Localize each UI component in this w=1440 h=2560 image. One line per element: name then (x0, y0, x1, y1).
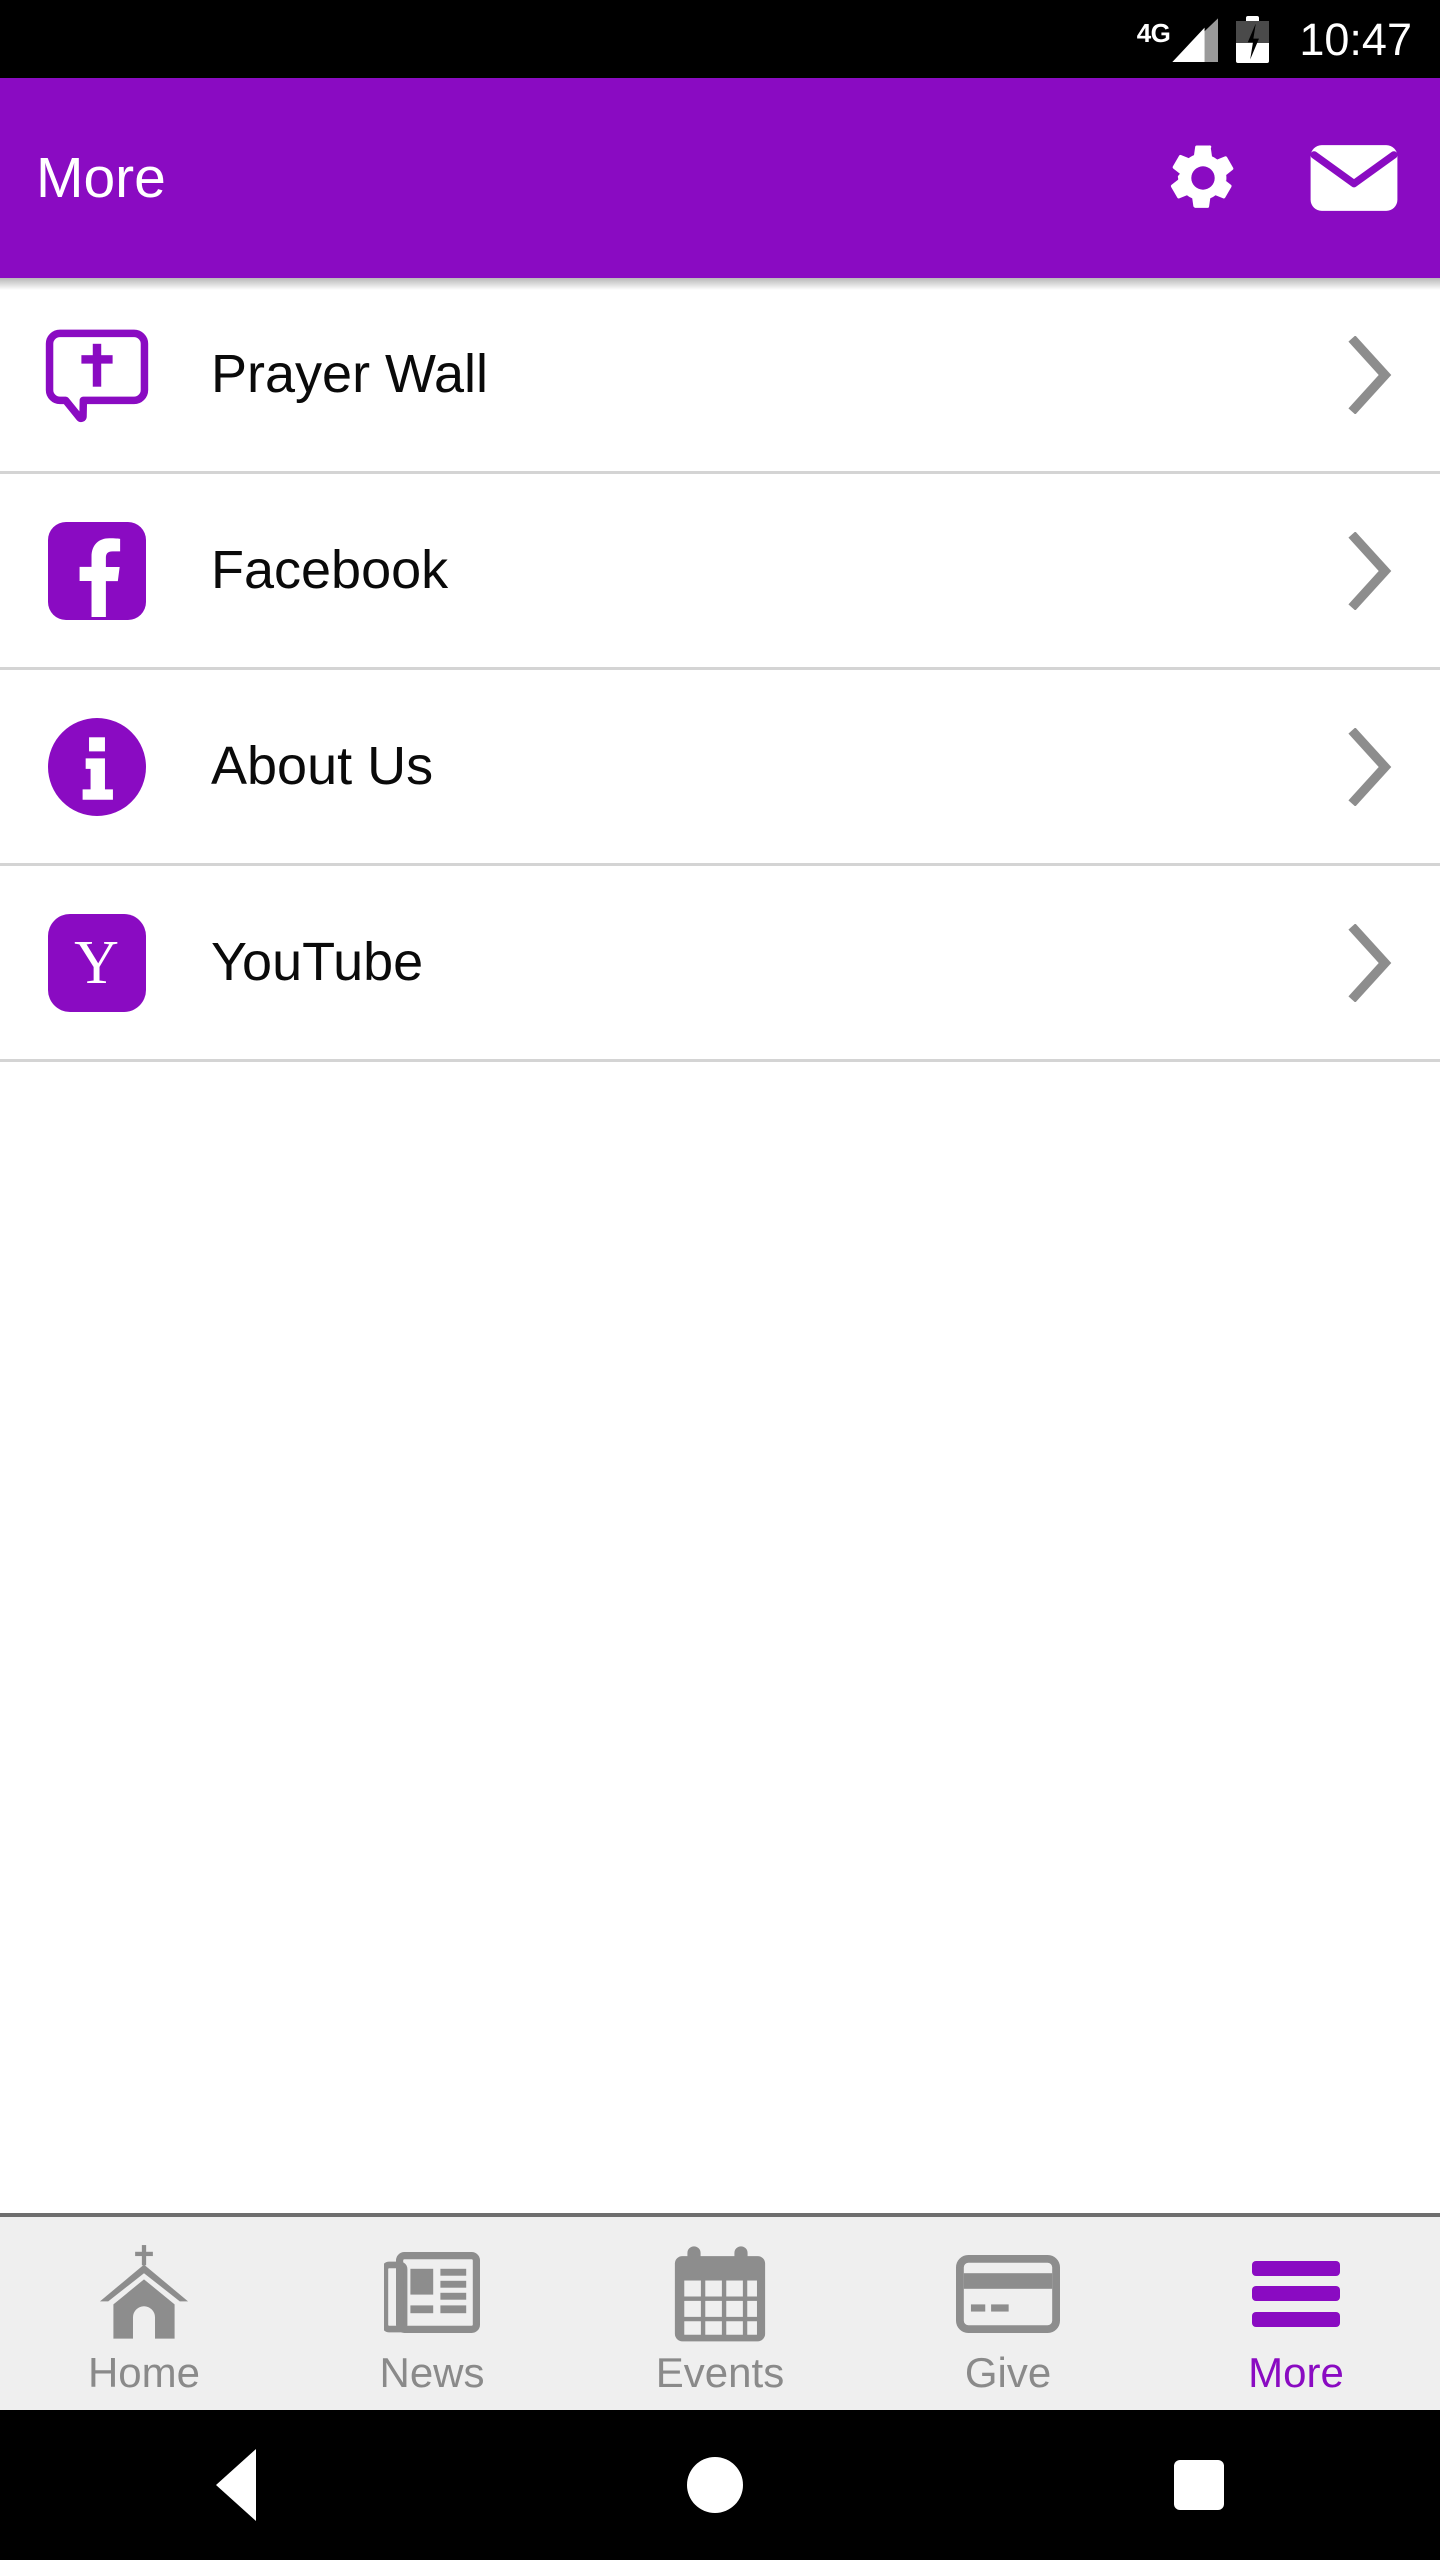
chevron-right-icon (1342, 531, 1398, 610)
battery-charging-icon (1236, 15, 1270, 63)
church-icon (92, 2242, 196, 2346)
android-nav-bar (0, 2410, 1440, 2560)
envelope-icon (1310, 145, 1398, 211)
page-title: More (36, 145, 166, 210)
chevron-right-icon (1342, 335, 1398, 414)
tab-label: More (1248, 2348, 1344, 2396)
status-bar-icons: 4G 10:47 (1137, 13, 1412, 65)
content-empty-area (0, 1062, 1440, 2213)
gear-icon (1170, 145, 1234, 208)
signal-bars-icon (1172, 18, 1219, 62)
home-circle-icon[interactable] (686, 2457, 743, 2513)
list-item[interactable]: Facebook (0, 474, 1440, 670)
phone-screen: 4G 10:47 More Prayer Wall Facebook About… (0, 0, 1440, 2560)
info-circle-icon (44, 717, 149, 816)
newspaper-icon (384, 2242, 480, 2346)
chevron-right-icon (1342, 923, 1398, 1002)
prayer-bubble-cross-icon (44, 323, 149, 427)
tab-label: Events (655, 2348, 785, 2396)
tab-give[interactable]: Give (864, 2217, 1152, 2410)
facebook-icon (44, 521, 149, 620)
network-type-label: 4G (1136, 18, 1171, 48)
hamburger-icon (1252, 2242, 1340, 2346)
list-item-label: Facebook (211, 539, 449, 600)
app-bar-actions (1164, 139, 1400, 217)
tab-events[interactable]: Events (576, 2217, 864, 2410)
bottom-tab-bar: Home News Events Give More (0, 2213, 1440, 2410)
mail-button[interactable] (1308, 143, 1400, 213)
settings-button[interactable] (1164, 139, 1242, 217)
back-triangle-icon[interactable] (215, 2449, 256, 2521)
list-item-label: Prayer Wall (211, 343, 489, 404)
youtube-icon: Y (44, 913, 149, 1012)
tab-home[interactable]: Home (0, 2217, 288, 2410)
tab-news[interactable]: News (288, 2217, 576, 2410)
list-item[interactable]: About Us (0, 670, 1440, 866)
credit-card-icon (956, 2242, 1060, 2346)
app-bar: More (0, 78, 1440, 290)
calendar-icon (673, 2242, 767, 2346)
list-item-label: YouTube (211, 931, 424, 992)
status-bar: 4G 10:47 (0, 0, 1440, 78)
tab-more[interactable]: More (1152, 2217, 1440, 2410)
youtube-letter: Y (74, 928, 119, 997)
list-item[interactable]: Prayer Wall (0, 278, 1440, 474)
tab-label: Home (87, 2348, 201, 2396)
tab-label: Give (964, 2348, 1052, 2396)
chevron-right-icon (1342, 727, 1398, 806)
recents-square-icon[interactable] (1174, 2460, 1225, 2510)
list-item-label: About Us (211, 735, 434, 796)
status-bar-clock: 10:47 (1299, 13, 1412, 65)
list-item[interactable]: Y YouTube (0, 866, 1440, 1062)
menu-list: Prayer Wall Facebook About Us Y YouTube (0, 278, 1440, 1062)
tab-label: News (379, 2348, 485, 2396)
cellular-signal-icon: 4G (1137, 16, 1219, 62)
